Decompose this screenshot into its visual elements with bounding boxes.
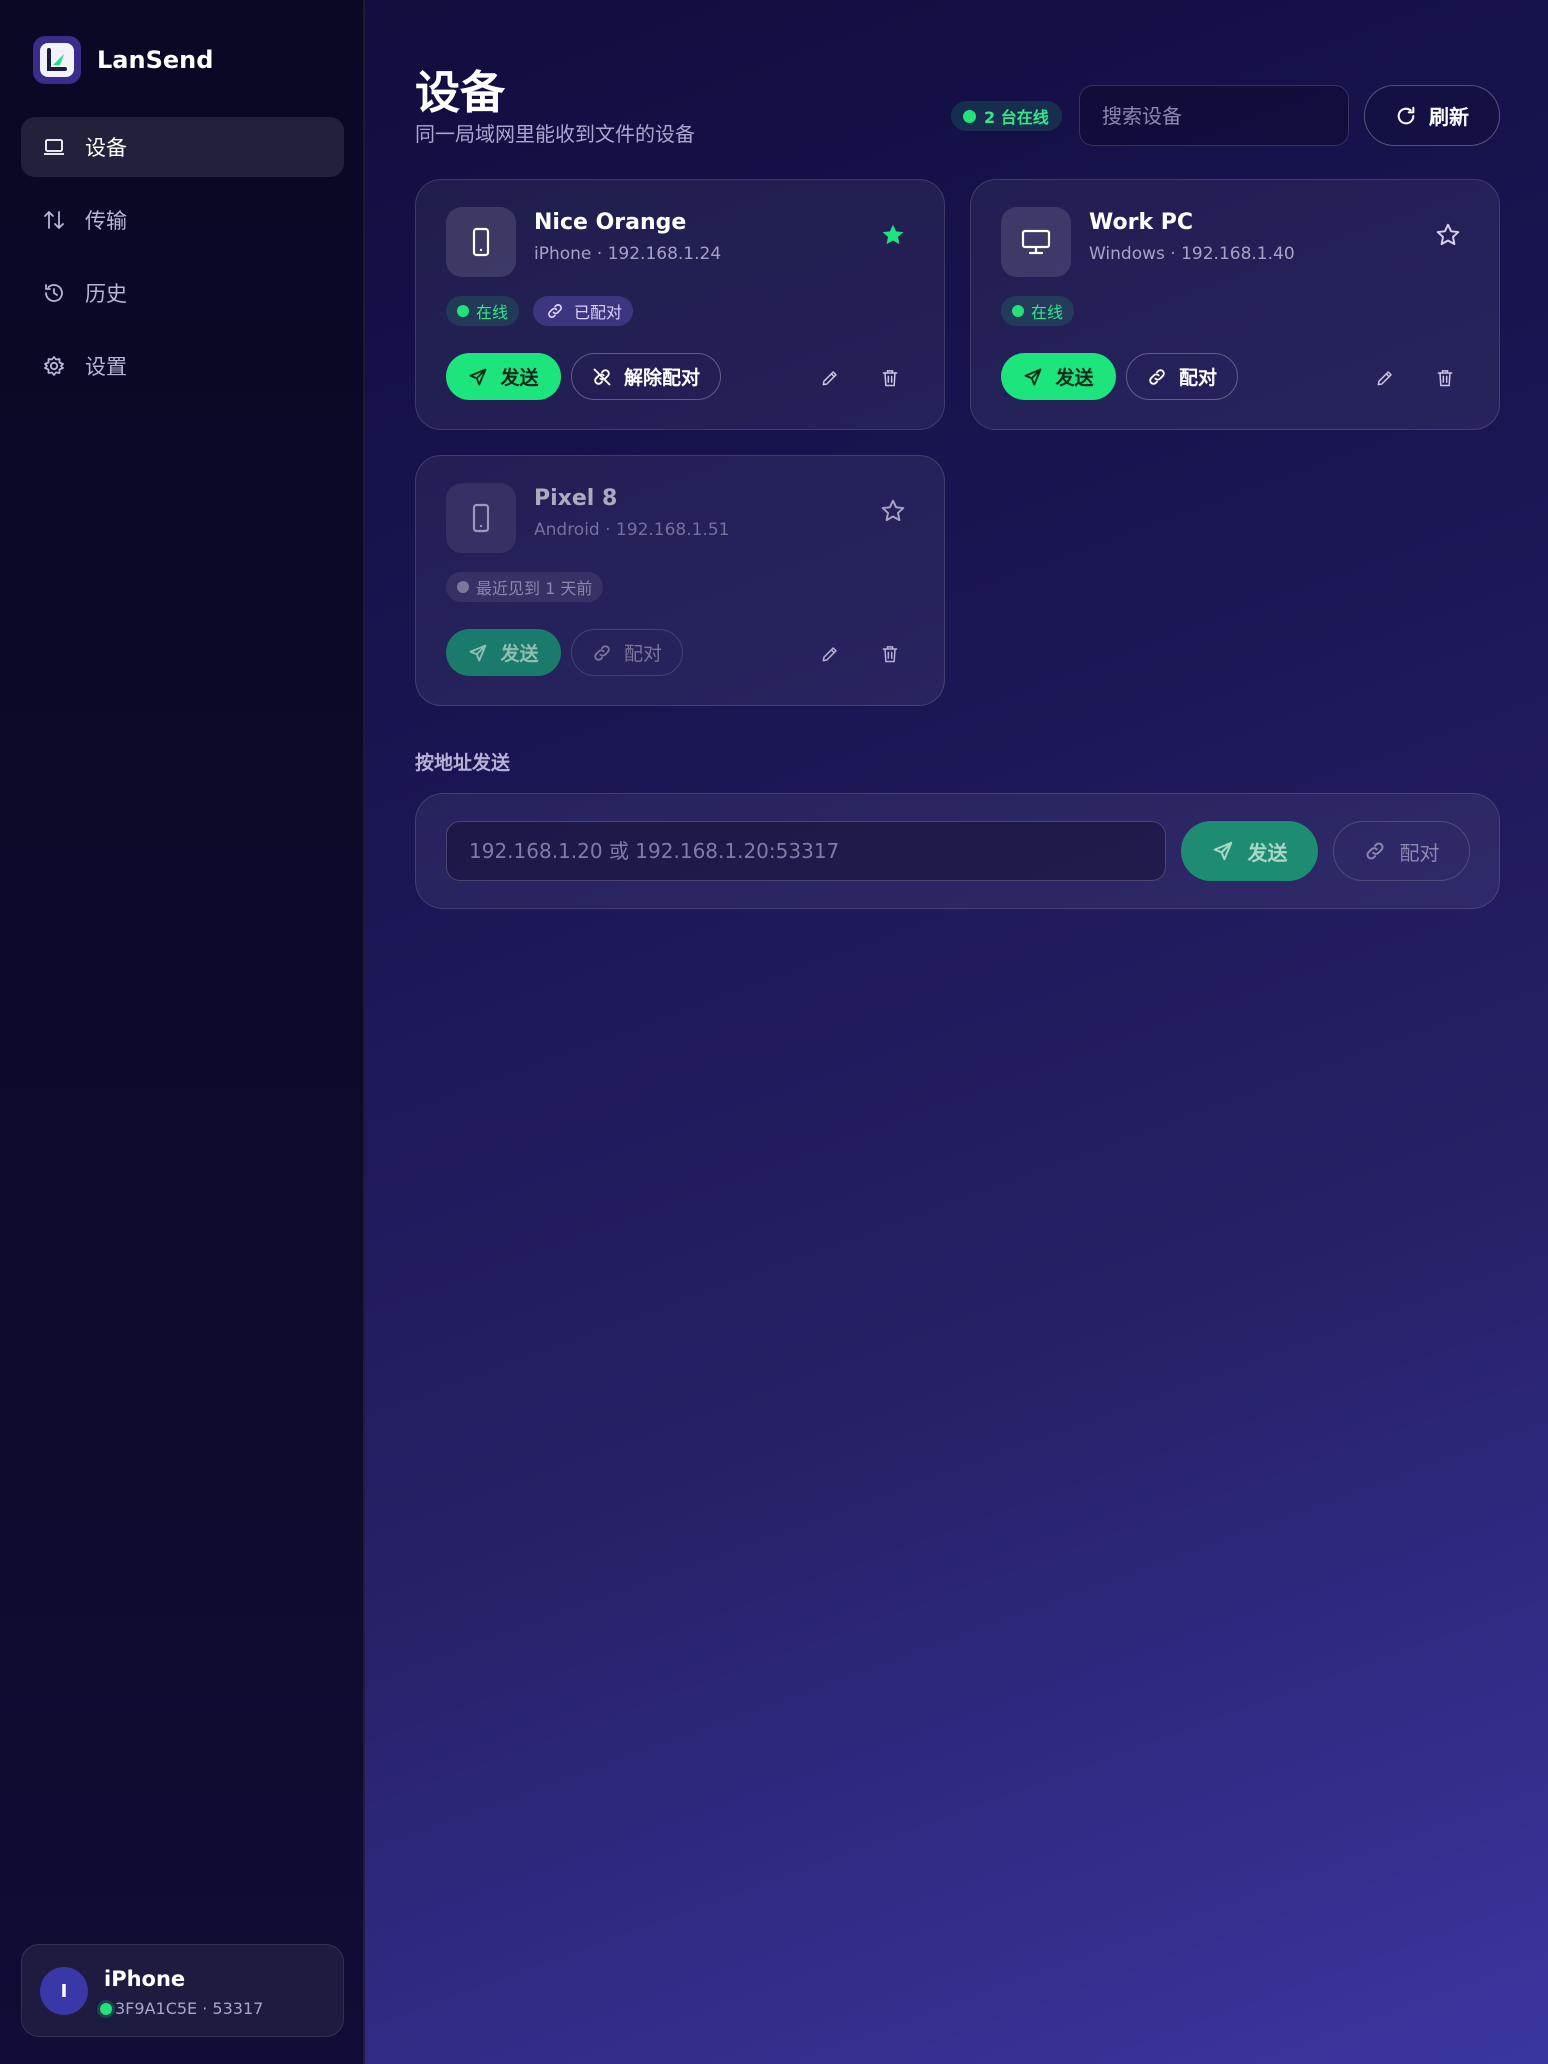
- app-logo-icon: [33, 36, 81, 84]
- device-name: Nice Orange: [534, 210, 687, 235]
- settings-icon: [41, 353, 67, 379]
- pair-label: 配对: [624, 643, 663, 665]
- device-meta: Windows · 192.168.1.40: [1089, 244, 1295, 264]
- phone-icon: [446, 207, 516, 277]
- device-badges: 最近见到 1 天前: [446, 572, 617, 602]
- offline-dot-icon: [457, 581, 469, 593]
- online-dot-icon: [963, 109, 976, 123]
- address-send-button[interactable]: 发送: [1181, 821, 1318, 881]
- status-text: 在线: [1031, 303, 1064, 322]
- pair-label: 配对: [1179, 367, 1218, 389]
- link-icon: [1364, 840, 1386, 862]
- app-name: LanSend: [97, 46, 214, 74]
- send-label: 发送: [1055, 367, 1094, 389]
- current-device-name: iPhone: [104, 1967, 186, 1991]
- link-icon: [1147, 367, 1167, 387]
- online-dot-icon: [100, 2002, 112, 2015]
- brand: LanSend: [33, 36, 213, 84]
- current-device-card[interactable]: I iPhone 3F9A1C5E · 53317: [21, 1944, 344, 2037]
- edit-pencil-icon[interactable]: [820, 644, 840, 664]
- address-send-label: 发送: [1247, 840, 1288, 865]
- current-device-id: 3F9A1C5E · 53317: [100, 1999, 263, 2018]
- unlink-icon: [592, 367, 612, 387]
- address-pair-label: 配对: [1399, 840, 1440, 865]
- sidebar-item-history[interactable]: 历史: [21, 263, 344, 323]
- refresh-icon: [1395, 105, 1417, 127]
- refresh-button[interactable]: 刷新: [1364, 85, 1500, 146]
- pair-button[interactable]: 配对: [571, 629, 684, 676]
- address-send-heading: 按地址发送: [415, 752, 511, 774]
- favorite-star-icon[interactable]: [880, 222, 906, 248]
- device-badges: 在线 已配对: [446, 296, 647, 326]
- device-meta: iPhone · 192.168.1.24: [534, 244, 722, 264]
- send-label: 发送: [500, 367, 539, 389]
- status-text: 在线: [476, 303, 509, 322]
- sidebar-item-transfers[interactable]: 传输: [21, 190, 344, 250]
- trash-icon[interactable]: [880, 644, 900, 664]
- device-actions: 发送 配对: [446, 629, 684, 676]
- device-card-work-pc[interactable]: Work PC Windows · 192.168.1.40 在线 发送 配对: [970, 179, 1500, 430]
- send-icon: [1212, 840, 1234, 862]
- send-label: 发送: [500, 643, 539, 665]
- sidebar-item-settings[interactable]: 设置: [21, 336, 344, 396]
- device-actions: 发送 解除配对: [446, 353, 722, 400]
- status-badge: 在线: [1001, 296, 1075, 326]
- refresh-label: 刷新: [1429, 105, 1469, 129]
- device-card-pixel-8[interactable]: Pixel 8 Android · 192.168.1.51 最近见到 1 天前…: [415, 455, 945, 706]
- page-subtitle: 同一局域网里能收到文件的设备: [415, 122, 695, 146]
- device-badges: 在线: [1001, 296, 1088, 326]
- trash-icon[interactable]: [880, 368, 900, 388]
- device-actions: 发送 配对: [1001, 353, 1239, 400]
- link-icon: [592, 643, 612, 663]
- laptop-icon: [41, 134, 67, 160]
- trash-icon[interactable]: [1435, 368, 1455, 388]
- unpair-label: 解除配对: [624, 367, 701, 389]
- device-name: Pixel 8: [534, 486, 618, 511]
- history-icon: [41, 280, 67, 306]
- page-title: 设备: [415, 66, 506, 119]
- paired-badge: 已配对: [533, 296, 634, 326]
- send-icon: [468, 643, 488, 663]
- status-badge: 在线: [446, 296, 520, 326]
- send-icon: [1023, 367, 1043, 387]
- pair-button[interactable]: 配对: [1126, 353, 1239, 400]
- online-dot-icon: [457, 305, 469, 317]
- favorite-star-outline-icon[interactable]: [1435, 222, 1461, 248]
- edit-pencil-icon[interactable]: [820, 368, 840, 388]
- send-button[interactable]: 发送: [446, 629, 561, 676]
- search-input[interactable]: [1079, 85, 1349, 146]
- address-pair-button[interactable]: 配对: [1333, 821, 1470, 881]
- online-count-badge: 2 台在线: [951, 101, 1062, 131]
- status-badge: 最近见到 1 天前: [446, 572, 604, 602]
- online-count-text: 2 台在线: [984, 108, 1049, 127]
- send-button[interactable]: 发送: [446, 353, 561, 400]
- desktop-monitor-icon: [1001, 207, 1071, 277]
- device-meta: Android · 192.168.1.51: [534, 520, 730, 540]
- unpair-button[interactable]: 解除配对: [571, 353, 722, 400]
- phone-icon: [446, 483, 516, 553]
- send-button[interactable]: 发送: [1001, 353, 1116, 400]
- avatar: I: [40, 1967, 88, 2015]
- send-icon: [468, 367, 488, 387]
- edit-pencil-icon[interactable]: [1375, 368, 1395, 388]
- favorite-star-outline-icon[interactable]: [880, 498, 906, 524]
- sidebar-item-label: 设备: [85, 136, 127, 160]
- device-name: Work PC: [1089, 210, 1194, 235]
- transfer-arrows-icon: [41, 207, 67, 233]
- status-text: 最近见到 1 天前: [476, 579, 593, 598]
- device-card-nice-orange[interactable]: Nice Orange iPhone · 192.168.1.24 在线 已配对: [415, 179, 945, 430]
- sidebar-item-label: 历史: [85, 282, 127, 306]
- sidebar-item-devices[interactable]: 设备: [21, 117, 344, 177]
- address-send-panel: 发送 配对: [415, 793, 1500, 909]
- address-input[interactable]: [446, 821, 1166, 881]
- online-dot-icon: [1012, 305, 1024, 317]
- sidebar-nav: 设备 传输 历史 设置: [21, 117, 344, 409]
- current-device-id-text: 3F9A1C5E · 53317: [115, 1999, 264, 2018]
- sidebar-item-label: 设置: [85, 355, 127, 379]
- sidebar-item-label: 传输: [85, 209, 127, 233]
- paired-text: 已配对: [574, 303, 623, 322]
- link-icon: [546, 302, 564, 320]
- sidebar: LanSend 设备 传输 历史 设置 I iPhone 3F9A1C5E · …: [0, 0, 365, 2064]
